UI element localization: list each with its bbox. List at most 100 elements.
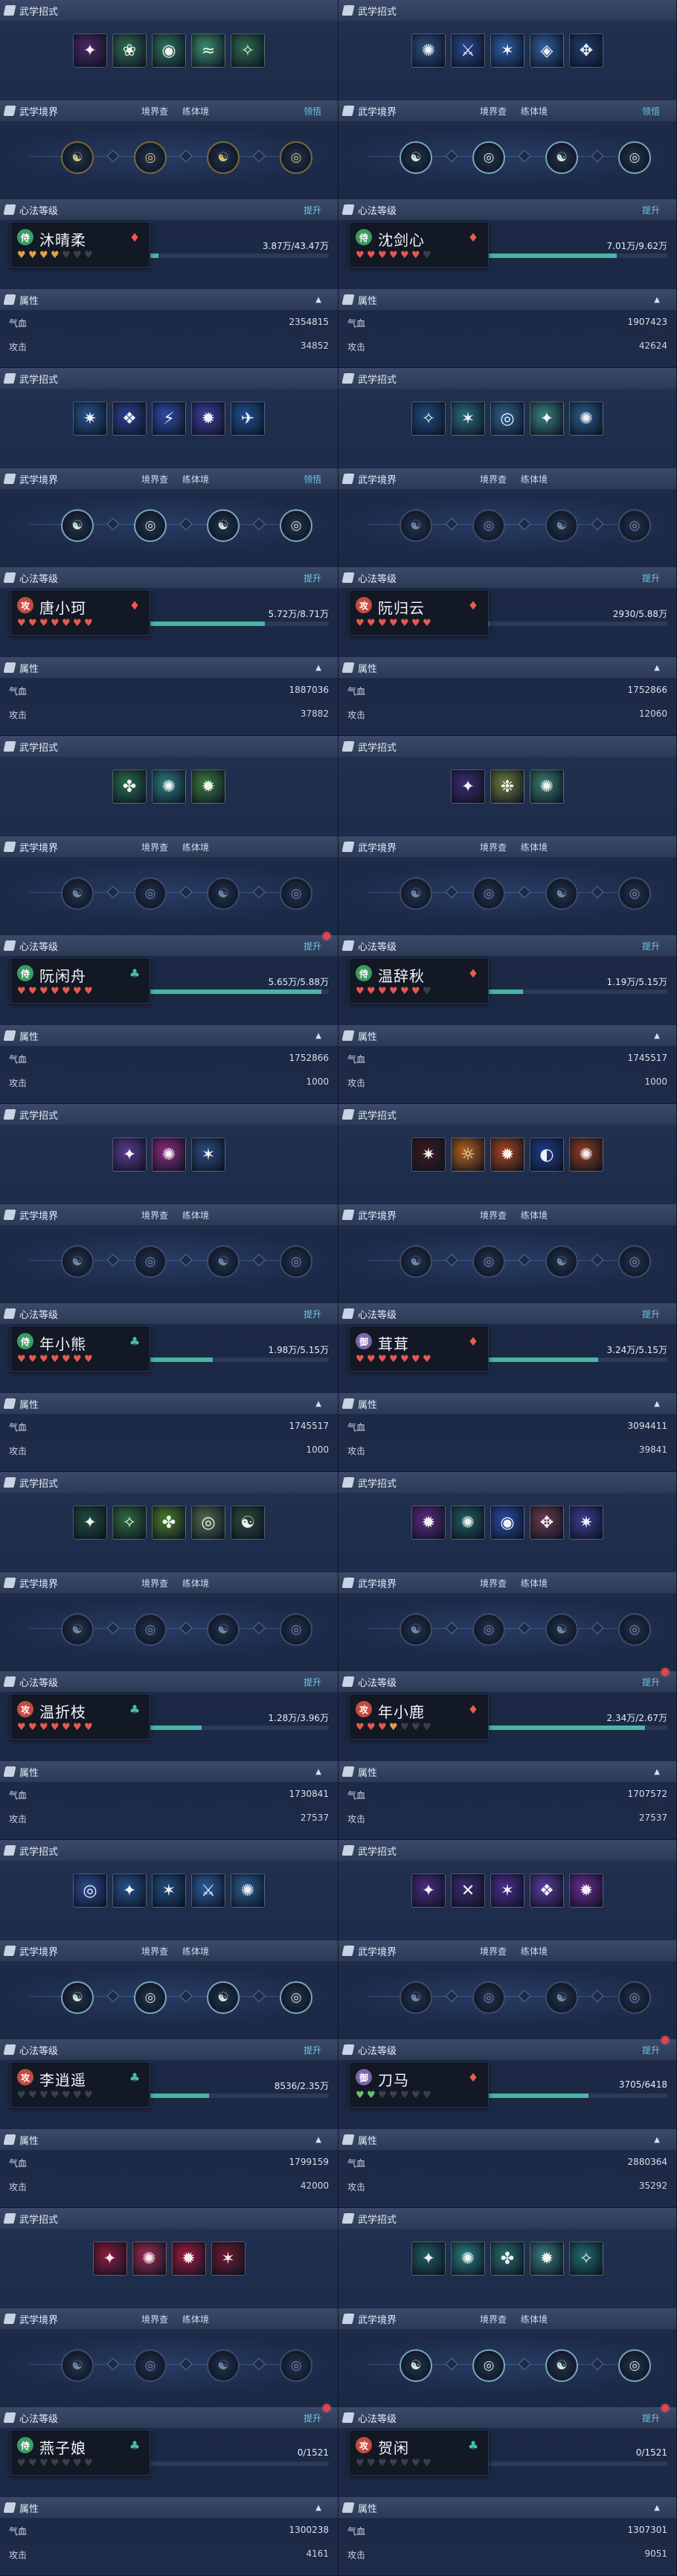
skill-icon[interactable]: ◐ xyxy=(530,1137,564,1172)
realm-node-icon[interactable]: ☯ xyxy=(207,1245,240,1278)
skill-icon[interactable]: ≈ xyxy=(191,33,225,68)
skill-icon[interactable]: ✺ xyxy=(411,33,446,68)
realm-node-icon[interactable]: ◎ xyxy=(134,1981,167,2014)
skill-icon[interactable]: ✶ xyxy=(211,2241,246,2276)
collapse-arrow-icon[interactable]: ▲ xyxy=(654,2136,660,2144)
skill-icon[interactable]: ✺ xyxy=(451,1505,485,1540)
skill-icon[interactable]: ⚡ xyxy=(152,401,186,436)
skill-icon[interactable]: ✺ xyxy=(569,1137,603,1172)
skill-icon[interactable]: ❖ xyxy=(530,1873,564,1908)
skill-icon[interactable]: ❖ xyxy=(112,401,147,436)
realm-node-icon[interactable]: ☯ xyxy=(400,509,432,542)
upgrade-button[interactable]: 提升 xyxy=(304,2044,321,2056)
realm-node-icon[interactable]: ◎ xyxy=(280,2349,312,2382)
hero-nameplate[interactable]: 侍燕子娘 ♣ ♥ ♥ ♥ ♥ ♥ ♥ ♥ xyxy=(10,2430,150,2476)
realm-node-icon[interactable]: ◎ xyxy=(134,1613,167,1646)
skill-icon[interactable]: ✹ xyxy=(530,2241,564,2276)
hero-nameplate[interactable]: 攻贺闲 ♣ ♥ ♥ ♥ ♥ ♥ ♥ ♥ xyxy=(349,2430,489,2476)
realm-node-icon[interactable]: ☯ xyxy=(545,1981,578,2014)
skill-icon[interactable]: ✺ xyxy=(530,769,564,804)
upgrade-button[interactable]: 提升 xyxy=(642,940,660,952)
collapse-arrow-icon[interactable]: ▲ xyxy=(315,296,321,304)
skill-icon[interactable]: ✹ xyxy=(171,2241,206,2276)
skill-icon[interactable]: ✷ xyxy=(569,1505,603,1540)
realm-node-icon[interactable]: ◎ xyxy=(472,1981,505,2014)
realm-node-icon[interactable]: ☯ xyxy=(207,141,240,174)
realm-node-icon[interactable]: ☯ xyxy=(545,877,578,910)
skill-icon[interactable]: ✺ xyxy=(132,2241,167,2276)
skill-icon[interactable]: ✕ xyxy=(451,1873,485,1908)
skill-icon[interactable]: ✺ xyxy=(569,401,603,436)
skill-icon[interactable]: ✦ xyxy=(411,1873,446,1908)
hero-nameplate[interactable]: 攻李逍遥 ♣ ♥ ♥ ♥ ♥ ♥ ♥ ♥ xyxy=(10,2062,150,2108)
skill-icon[interactable]: ✺ xyxy=(152,769,186,804)
realm-node-icon[interactable]: ◎ xyxy=(472,141,505,174)
skill-icon[interactable]: ◉ xyxy=(152,33,186,68)
skill-icon[interactable]: ✺ xyxy=(152,1137,186,1172)
realm-node-icon[interactable]: ☯ xyxy=(545,2349,578,2382)
realm-node-icon[interactable]: ◎ xyxy=(280,1245,312,1278)
collapse-arrow-icon[interactable]: ▲ xyxy=(654,1768,660,1776)
upgrade-button[interactable]: 提升 xyxy=(304,204,321,216)
realm-node-icon[interactable]: ◎ xyxy=(472,1245,505,1278)
realm-node-icon[interactable]: ☯ xyxy=(545,141,578,174)
collapse-arrow-icon[interactable]: ▲ xyxy=(315,1400,321,1408)
realm-node-icon[interactable]: ☯ xyxy=(400,1245,432,1278)
realm-node-icon[interactable]: ☯ xyxy=(207,1613,240,1646)
realm-node-icon[interactable]: ☯ xyxy=(400,877,432,910)
realm-node-icon[interactable]: ◎ xyxy=(134,1245,167,1278)
skill-icon[interactable]: ◎ xyxy=(191,1505,225,1540)
skill-icon[interactable]: ✷ xyxy=(411,1137,446,1172)
realm-node-icon[interactable]: ☯ xyxy=(400,1981,432,2014)
skill-icon[interactable]: ✦ xyxy=(451,769,485,804)
collapse-arrow-icon[interactable]: ▲ xyxy=(315,664,321,672)
realm-node-icon[interactable]: ☯ xyxy=(207,509,240,542)
skill-icon[interactable]: ✥ xyxy=(569,33,603,68)
hero-nameplate[interactable]: 攻唐小珂 ♦ ♥ ♥ ♥ ♥ ♥ ♥ ♥ xyxy=(10,590,150,636)
realm-node-icon[interactable]: ◎ xyxy=(134,141,167,174)
skill-icon[interactable]: ✶ xyxy=(191,1137,225,1172)
realm-node-icon[interactable]: ☯ xyxy=(61,877,94,910)
realm-node-icon[interactable]: ☯ xyxy=(400,1613,432,1646)
collapse-arrow-icon[interactable]: ▲ xyxy=(315,2136,321,2144)
realm-node-icon[interactable]: ☯ xyxy=(61,141,94,174)
skill-icon[interactable]: ✦ xyxy=(112,1873,147,1908)
collapse-arrow-icon[interactable]: ▲ xyxy=(654,664,660,672)
upgrade-button[interactable]: 提升 xyxy=(304,1676,321,1688)
skill-icon[interactable]: ✶ xyxy=(490,33,524,68)
realm-node-icon[interactable]: ◎ xyxy=(472,877,505,910)
skill-icon[interactable]: ☯ xyxy=(231,1505,265,1540)
realm-node-icon[interactable]: ◎ xyxy=(618,1245,651,1278)
skill-icon[interactable]: ❀ xyxy=(112,33,147,68)
realm-node-icon[interactable]: ◎ xyxy=(472,2349,505,2382)
realm-node-icon[interactable]: ◎ xyxy=(280,1613,312,1646)
upgrade-button[interactable]: 提升 xyxy=(642,2412,660,2424)
skill-icon[interactable]: ◎ xyxy=(73,1873,107,1908)
skill-icon[interactable]: ✶ xyxy=(152,1873,186,1908)
skill-icon[interactable]: ✦ xyxy=(530,401,564,436)
realm-node-icon[interactable]: ☯ xyxy=(207,877,240,910)
skill-icon[interactable]: ✦ xyxy=(411,2241,446,2276)
realm-node-icon[interactable]: ☯ xyxy=(400,2349,432,2382)
skill-icon[interactable]: ✤ xyxy=(490,2241,524,2276)
realm-node-icon[interactable]: ◎ xyxy=(618,2349,651,2382)
skill-icon[interactable]: ✹ xyxy=(490,1137,524,1172)
skill-icon[interactable]: ✦ xyxy=(92,2241,127,2276)
collapse-arrow-icon[interactable]: ▲ xyxy=(654,1400,660,1408)
realm-node-icon[interactable]: ◎ xyxy=(618,509,651,542)
collapse-arrow-icon[interactable]: ▲ xyxy=(654,2504,660,2512)
upgrade-button[interactable]: 提升 xyxy=(642,1676,660,1688)
skill-icon[interactable]: ✶ xyxy=(490,1873,524,1908)
upgrade-button[interactable]: 提升 xyxy=(304,2412,321,2424)
skill-icon[interactable]: ✹ xyxy=(191,401,225,436)
skill-icon[interactable]: ◈ xyxy=(530,33,564,68)
skill-icon[interactable]: ☼ xyxy=(451,1137,485,1172)
skill-icon[interactable]: ❉ xyxy=(490,769,524,804)
skill-icon[interactable]: ◉ xyxy=(490,1505,524,1540)
realm-node-icon[interactable]: ◎ xyxy=(280,1981,312,2014)
skill-icon[interactable]: ⚔ xyxy=(451,33,485,68)
skill-icon[interactable]: ✹ xyxy=(191,769,225,804)
realm-node-icon[interactable]: ◎ xyxy=(280,877,312,910)
collapse-arrow-icon[interactable]: ▲ xyxy=(315,1768,321,1776)
skill-icon[interactable]: ✤ xyxy=(152,1505,186,1540)
